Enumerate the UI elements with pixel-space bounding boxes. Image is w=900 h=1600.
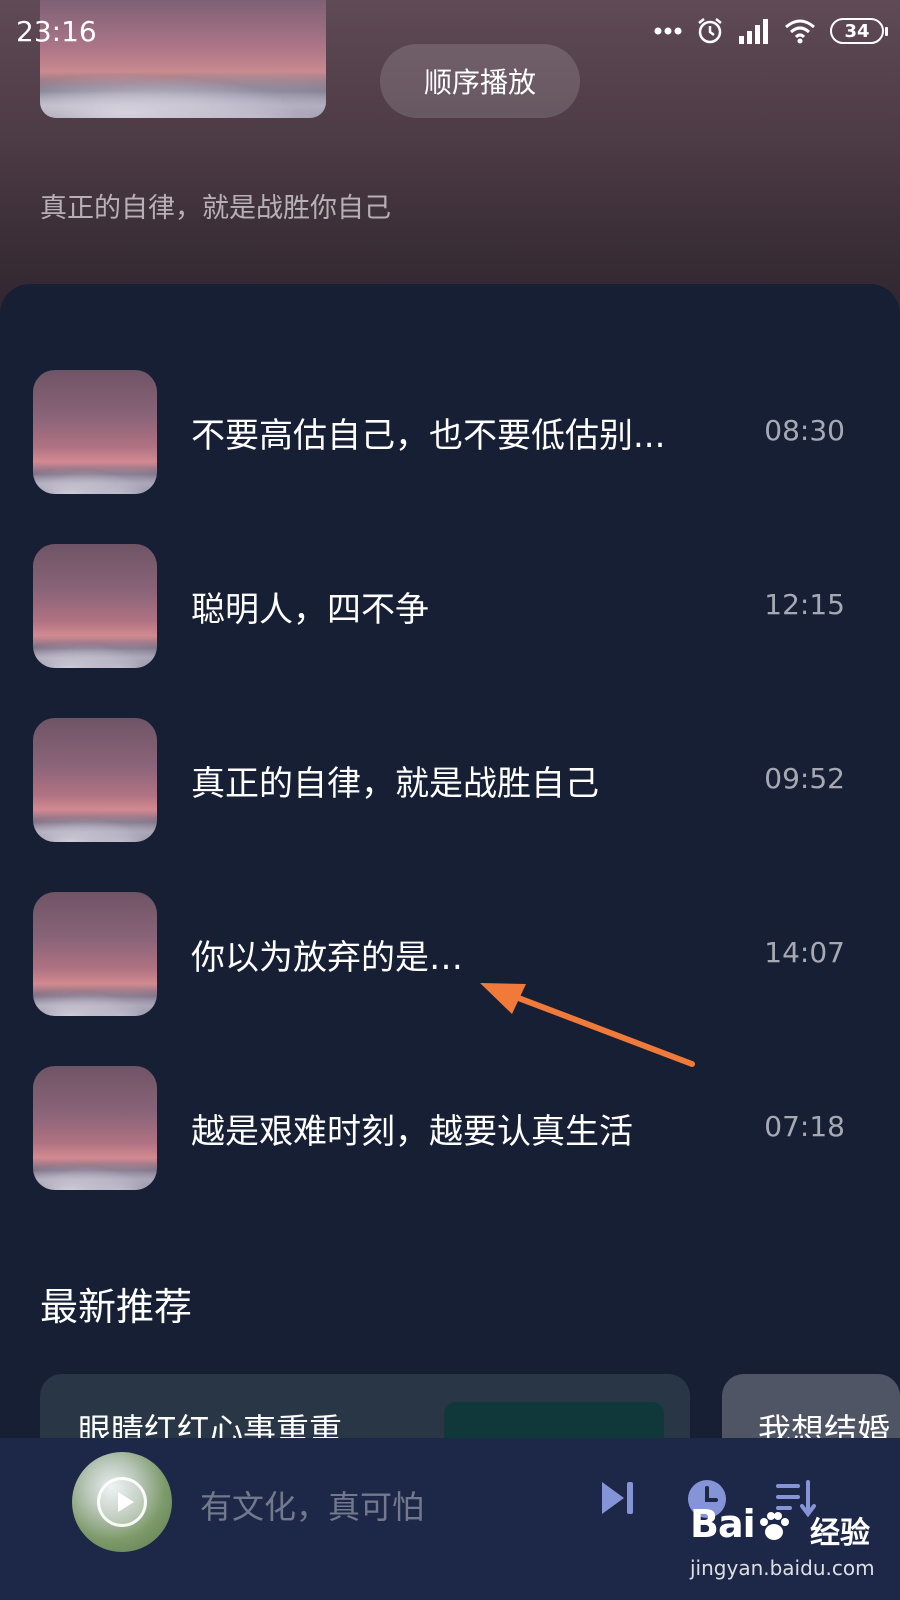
wifi-icon xyxy=(785,19,815,44)
battery-icon: 34 xyxy=(830,18,888,44)
track-title: 不要高估自己，也不要低估别... xyxy=(191,416,666,456)
track-thumbnail xyxy=(33,718,157,842)
track-title: 你以为放弃的是… xyxy=(191,938,463,978)
track-item[interactable]: 真正的自律，就是战胜自己 09:52 xyxy=(0,718,900,842)
track-thumbnail xyxy=(33,370,157,494)
track-title: 聪明人，四不争 xyxy=(191,590,429,630)
track-thumbnail xyxy=(33,892,157,1016)
watermark-brand-left: Bai xyxy=(690,1502,756,1546)
status-bar: 23:16 34 xyxy=(0,0,900,62)
status-time: 23:16 xyxy=(16,14,97,48)
track-item[interactable]: 越是艰难时刻，越要认真生活 07:18 xyxy=(0,1066,900,1190)
baidu-jingyan-watermark: Bai 经验 jingyan.baidu.com xyxy=(690,1502,890,1592)
watermark-domain: jingyan.baidu.com xyxy=(690,1556,875,1580)
track-duration: 08:30 xyxy=(764,414,845,447)
alarm-icon xyxy=(698,18,722,44)
track-title: 越是艰难时刻，越要认真生活 xyxy=(191,1112,633,1152)
track-duration: 09:52 xyxy=(764,762,845,795)
track-item[interactable]: 聪明人，四不争 12:15 xyxy=(0,544,900,668)
more-dots-icon xyxy=(654,27,682,35)
track-title: 真正的自律，就是战胜自己 xyxy=(191,764,599,804)
player-track-title: 有文化，真可怕 xyxy=(200,1488,425,1526)
cover-clouds xyxy=(40,68,326,118)
track-item[interactable]: 你以为放弃的是… 14:07 xyxy=(0,892,900,1016)
track-duration: 12:15 xyxy=(764,588,845,621)
track-duration: 14:07 xyxy=(764,936,845,969)
track-thumbnail xyxy=(33,1066,157,1190)
watermark-brand: Bai xyxy=(690,1502,793,1546)
recommend-card[interactable]: 眼睛红红心事重重 xyxy=(40,1374,690,1444)
recommend-card[interactable]: 我想结婚 xyxy=(722,1374,900,1444)
track-duration: 07:18 xyxy=(764,1110,845,1143)
signal-icon xyxy=(739,19,768,44)
next-icon[interactable] xyxy=(598,1478,638,1518)
album-description: 真正的自律，就是战胜你自己 xyxy=(40,193,391,224)
player-cover[interactable] xyxy=(72,1452,172,1552)
section-title-latest: 最新推荐 xyxy=(40,1285,193,1329)
track-thumbnail xyxy=(33,544,157,668)
status-icons: 34 xyxy=(654,17,888,45)
baidu-paw-icon xyxy=(759,1511,789,1540)
watermark-label: 经验 xyxy=(810,1516,870,1551)
play-icon[interactable] xyxy=(97,1477,147,1527)
track-item[interactable]: 不要高估自己，也不要低估别... 08:30 xyxy=(0,370,900,494)
annotation-arrow-icon xyxy=(480,983,695,1067)
